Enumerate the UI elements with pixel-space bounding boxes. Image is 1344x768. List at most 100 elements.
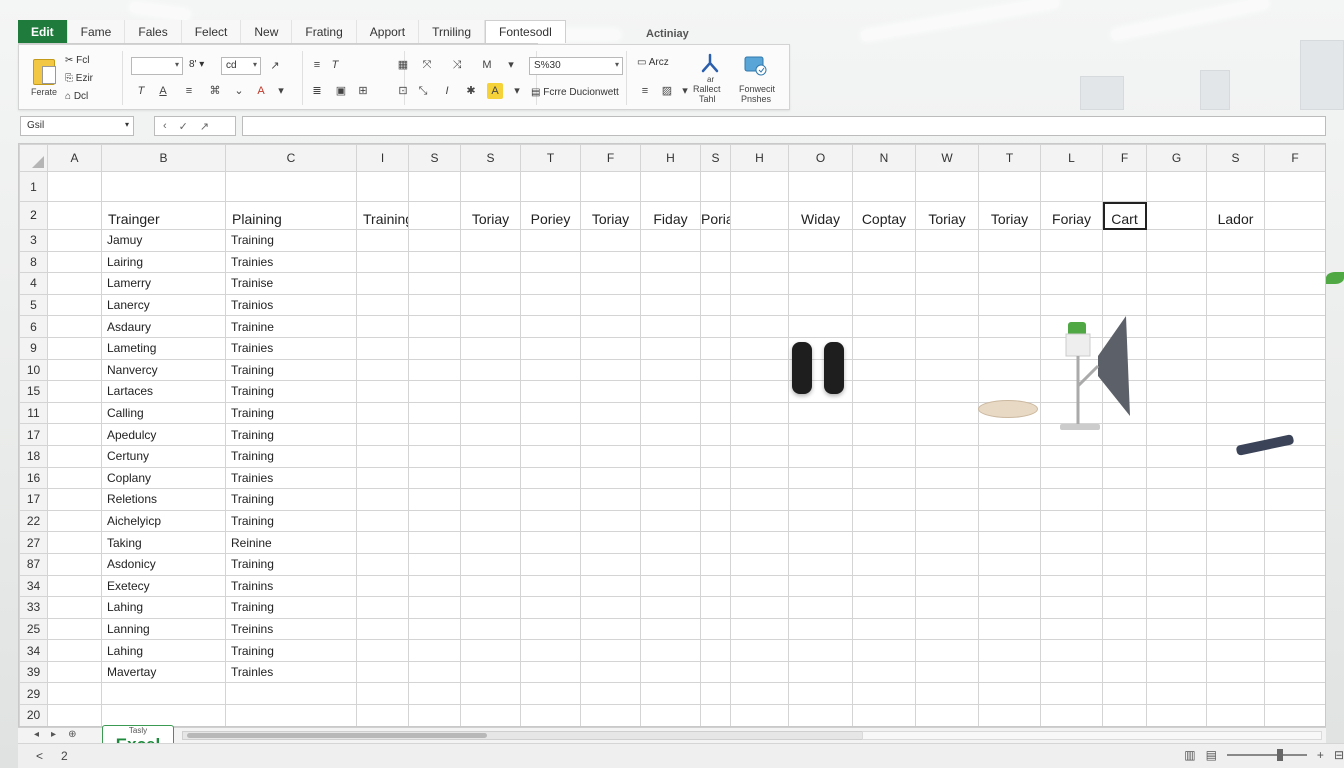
cell[interactable]	[1206, 531, 1265, 554]
cell[interactable]	[915, 509, 979, 533]
cell[interactable]	[700, 358, 731, 382]
cell[interactable]: Taking	[101, 531, 226, 554]
cell[interactable]	[852, 660, 916, 684]
cut-button[interactable]: ✂ Fcl	[65, 55, 90, 66]
cell[interactable]	[640, 401, 701, 425]
cell[interactable]	[1264, 250, 1325, 274]
cell[interactable]: Nanvercy	[101, 358, 226, 382]
cell[interactable]	[978, 171, 1041, 202]
cell[interactable]	[640, 272, 701, 295]
row-header[interactable]: 3	[19, 229, 48, 252]
cell[interactable]	[520, 315, 581, 338]
back-icon[interactable]: <	[36, 749, 43, 763]
column-header[interactable]: I	[356, 144, 409, 172]
cell[interactable]: Training	[225, 423, 357, 446]
cell[interactable]	[978, 617, 1041, 641]
cell[interactable]	[852, 401, 916, 425]
cell[interactable]	[730, 509, 789, 533]
cell[interactable]	[1206, 229, 1265, 252]
cell[interactable]	[788, 574, 853, 598]
cell[interactable]	[580, 531, 641, 554]
sort-icon[interactable]: ⤨	[449, 57, 465, 73]
cell[interactable]	[1206, 315, 1265, 338]
cell[interactable]	[788, 617, 853, 641]
cell[interactable]	[700, 531, 731, 554]
cell[interactable]	[978, 315, 1041, 338]
cell[interactable]	[408, 596, 461, 619]
cell[interactable]: Training	[225, 509, 357, 533]
cell[interactable]	[1206, 660, 1265, 684]
cell[interactable]	[47, 171, 102, 202]
cell[interactable]	[1146, 574, 1207, 598]
cell[interactable]	[1146, 358, 1207, 382]
cell[interactable]	[1040, 660, 1103, 684]
cell[interactable]	[730, 552, 789, 576]
cell[interactable]	[460, 336, 521, 360]
format-painter-button[interactable]: ⌂ Dcl	[65, 91, 88, 102]
cell[interactable]: Treinins	[225, 617, 357, 641]
cell[interactable]	[47, 336, 102, 360]
tab-fales[interactable]: Fales	[125, 20, 182, 43]
cell[interactable]	[520, 682, 581, 706]
cell[interactable]	[47, 596, 102, 619]
cell[interactable]	[852, 488, 916, 511]
cell[interactable]	[915, 574, 979, 598]
cell[interactable]	[1146, 704, 1207, 726]
cell[interactable]	[580, 229, 641, 252]
cell[interactable]	[915, 171, 979, 202]
cell[interactable]	[356, 639, 409, 662]
cell[interactable]: Lanning	[101, 617, 226, 641]
cell[interactable]	[1264, 444, 1325, 468]
cell[interactable]	[580, 574, 641, 598]
cell[interactable]	[101, 682, 226, 706]
cell[interactable]	[47, 444, 102, 468]
row-header[interactable]: 39	[19, 660, 48, 684]
cell[interactable]	[47, 552, 102, 576]
cell[interactable]	[460, 682, 521, 706]
font-name-dropdown[interactable]: ▾	[131, 57, 183, 75]
cell[interactable]	[408, 444, 461, 468]
row-header[interactable]: 16	[19, 466, 48, 490]
cell[interactable]	[700, 272, 731, 295]
cell[interactable]	[520, 293, 581, 317]
cell[interactable]	[1206, 574, 1265, 598]
cell[interactable]	[730, 704, 789, 726]
cell[interactable]	[580, 336, 641, 360]
expand-icon[interactable]: ↗	[200, 120, 209, 133]
cell[interactable]	[408, 336, 461, 360]
cell[interactable]	[1206, 509, 1265, 533]
cell[interactable]	[1146, 401, 1207, 425]
cell[interactable]	[730, 423, 789, 446]
cell[interactable]	[580, 639, 641, 662]
grid-icon[interactable]: ⊡	[395, 83, 411, 99]
cell[interactable]	[640, 358, 701, 382]
cell[interactable]	[700, 552, 731, 576]
cell[interactable]	[356, 250, 409, 274]
column-header[interactable]: H	[640, 144, 701, 172]
cell[interactable]	[640, 509, 701, 533]
cell[interactable]	[915, 315, 979, 338]
cell[interactable]	[1102, 552, 1147, 576]
cell[interactable]	[915, 358, 979, 382]
cell[interactable]	[1102, 272, 1147, 295]
cell[interactable]	[730, 617, 789, 641]
cell[interactable]	[580, 596, 641, 619]
cell[interactable]	[1102, 531, 1147, 554]
cell[interactable]	[1102, 509, 1147, 533]
cell[interactable]	[47, 272, 102, 295]
cell[interactable]	[520, 358, 581, 382]
cell[interactable]	[640, 639, 701, 662]
cell[interactable]	[1206, 488, 1265, 511]
cell[interactable]	[788, 444, 853, 468]
cell[interactable]: Asdonicy	[101, 552, 226, 576]
cell[interactable]: Calling	[101, 401, 226, 425]
cell[interactable]	[700, 229, 731, 252]
cell[interactable]: Poriey	[520, 201, 581, 230]
row-header[interactable]: 25	[19, 617, 48, 641]
cell[interactable]	[47, 358, 102, 382]
cell[interactable]: Aichelyicp	[101, 509, 226, 533]
row-header[interactable]: 8	[19, 250, 48, 274]
cell[interactable]	[47, 423, 102, 446]
cell[interactable]	[915, 336, 979, 360]
number-format-dropdown[interactable]: S%30 ▾	[529, 57, 623, 75]
